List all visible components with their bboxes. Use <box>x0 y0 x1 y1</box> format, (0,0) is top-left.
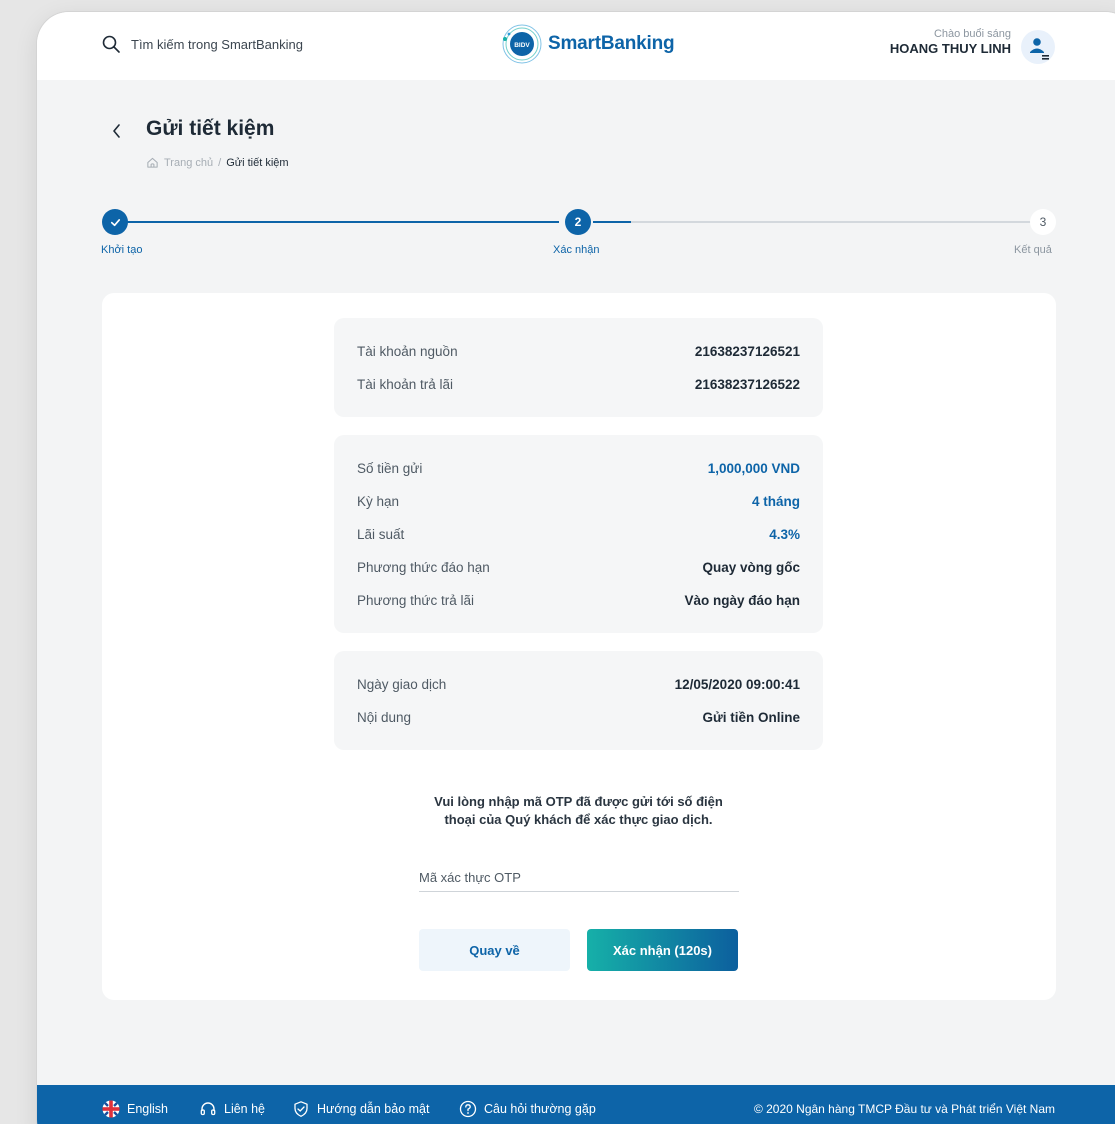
row-label: Số tiền gửi <box>357 461 423 476</box>
breadcrumb-home-link[interactable]: Trang chủ <box>164 157 213 169</box>
step-2-label: Xác nhận <box>553 244 600 256</box>
detail-row-term: Kỳ hạn 4 tháng <box>357 485 800 518</box>
detail-row-source-account: Tài khoản nguồn 21638237126521 <box>357 335 800 368</box>
row-label: Phương thức đáo hạn <box>357 560 490 575</box>
contact-label: Liên hệ <box>224 1102 266 1116</box>
row-label: Lãi suất <box>357 527 405 542</box>
back-button[interactable] <box>107 119 127 143</box>
row-value: Vào ngày đáo hạn <box>684 593 800 608</box>
detail-row-maturity-method: Phương thức đáo hạn Quay vòng gốc <box>357 551 800 584</box>
search-box[interactable]: Tìm kiếm trong SmartBanking <box>101 34 303 54</box>
smartbanking-logo[interactable]: BIDV SmartBanking <box>500 22 675 66</box>
user-name: HOANG THUY LINH <box>889 41 1011 56</box>
otp-input[interactable] <box>419 864 739 892</box>
app-window: Tìm kiếm trong SmartBanking BIDV SmartBa… <box>37 12 1115 1124</box>
confirmation-card: Tài khoản nguồn 21638237126521 Tài khoản… <box>102 293 1056 1000</box>
row-value: 21638237126522 <box>694 377 800 392</box>
faq-link[interactable]: Câu hỏi thường gặp <box>459 1100 596 1118</box>
row-value: 4 tháng <box>751 494 800 509</box>
logo-text: SmartBanking <box>548 33 675 54</box>
top-header: Tìm kiếm trong SmartBanking BIDV SmartBa… <box>37 12 1115 80</box>
row-label: Tài khoản nguồn <box>357 344 458 359</box>
row-label: Tài khoản trả lãi <box>357 377 454 392</box>
home-icon <box>147 157 158 168</box>
shield-check-icon <box>294 1101 308 1117</box>
step-3-dot: 3 <box>1030 209 1056 235</box>
detail-row-transaction-date: Ngày giao dịch 12/05/2020 09:00:41 <box>357 668 800 701</box>
breadcrumb-separator: / <box>218 156 222 169</box>
bidv-logo-icon: BIDV <box>500 22 544 66</box>
confirm-button[interactable]: Xác nhận (120s) <box>587 929 738 971</box>
detail-row-content: Nội dung Gửi tiền Online <box>357 701 800 734</box>
step-2-dot: 2 <box>565 209 591 235</box>
check-icon <box>110 218 120 226</box>
row-value: 4.3% <box>769 527 800 542</box>
footer: English Liên hệ Hướng dẫn bảo mật Câu hỏ… <box>37 1085 1115 1124</box>
row-label: Nội dung <box>357 710 412 725</box>
user-menu-icon <box>1030 38 1049 60</box>
step-1-dot <box>102 209 128 235</box>
detail-row-interest-payment: Phương thức trả lãi Vào ngày đáo hạn <box>357 584 800 617</box>
step-connector-2-progress <box>593 221 631 223</box>
language-label: English <box>127 1102 168 1116</box>
detail-row-amount: Số tiền gửi 1,000,000 VND <box>357 452 800 485</box>
step-1-label: Khởi tạo <box>101 244 143 256</box>
back-step-button[interactable]: Quay về <box>419 929 570 971</box>
headset-icon <box>200 1102 216 1116</box>
detail-row-interest-account: Tài khoản trả lãi 21638237126522 <box>357 368 800 401</box>
otp-instruction: Vui lòng nhập mã OTP đã được gửi tới số … <box>334 793 823 829</box>
back-chevron-icon <box>113 124 120 138</box>
row-value: 21638237126521 <box>694 344 800 359</box>
language-switch[interactable]: English <box>102 1100 168 1118</box>
greeting-text: Chào buổi sáng <box>933 28 1011 40</box>
help-circle-icon <box>459 1100 477 1118</box>
detail-row-interest-rate: Lãi suất 4.3% <box>357 518 800 551</box>
otp-instruction-line-1: Vui lòng nhập mã OTP đã được gửi tới số … <box>434 794 723 809</box>
transaction-block: Ngày giao dịch 12/05/2020 09:00:41 Nội d… <box>334 651 823 750</box>
page-title: Gửi tiết kiệm <box>146 117 275 140</box>
row-value: 1,000,000 VND <box>707 461 800 476</box>
user-menu-button[interactable] <box>1021 30 1055 64</box>
user-greeting: Chào buổi sáng HOANG THUY LINH <box>890 28 1011 56</box>
breadcrumb: Trang chủ / Gửi tiết kiệm <box>146 156 289 169</box>
logo-badge-text: BIDV <box>514 42 530 49</box>
uk-flag-icon <box>102 1100 120 1118</box>
step-connector-2-remaining <box>631 221 1031 223</box>
row-value: Quay vòng gốc <box>702 560 800 575</box>
search-placeholder: Tìm kiếm trong SmartBanking <box>131 36 303 52</box>
copyright-text: © 2020 Ngân hàng TMCP Đầu tư và Phát tri… <box>753 1102 1055 1116</box>
breadcrumb-current: Gửi tiết kiệm <box>226 156 289 169</box>
row-label: Ngày giao dịch <box>357 677 447 692</box>
otp-instruction-line-2: thoại của Quý khách để xác thực giao dịc… <box>444 812 713 827</box>
security-guide-link[interactable]: Hướng dẫn bảo mật <box>292 1100 429 1118</box>
row-label: Kỳ hạn <box>357 494 400 509</box>
contact-link[interactable]: Liên hệ <box>199 1100 265 1118</box>
row-value: Gửi tiền Online <box>702 710 800 725</box>
deposit-block: Số tiền gửi 1,000,000 VND Kỳ hạn 4 tháng… <box>334 435 823 633</box>
accounts-block: Tài khoản nguồn 21638237126521 Tài khoản… <box>334 318 823 417</box>
search-icon <box>102 35 120 53</box>
row-value: 12/05/2020 09:00:41 <box>674 677 800 692</box>
row-label: Phương thức trả lãi <box>357 593 474 608</box>
step-connector-1 <box>127 221 559 223</box>
security-guide-label: Hướng dẫn bảo mật <box>317 1102 430 1116</box>
faq-label: Câu hỏi thường gặp <box>484 1102 596 1116</box>
step-3-label: Kết quả <box>1014 244 1052 256</box>
